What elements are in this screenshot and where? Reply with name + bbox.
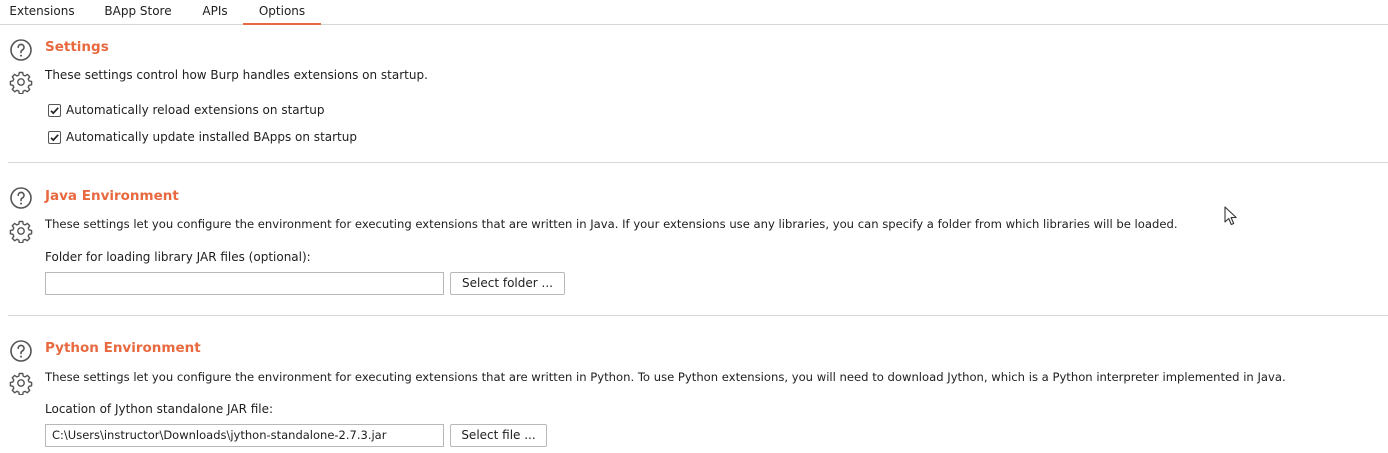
tab-bapp-store[interactable]: BApp Store (96, 0, 180, 24)
gear-icon[interactable] (9, 371, 33, 396)
reload-extensions-label: Automatically reload extensions on start… (66, 103, 325, 117)
gear-icon[interactable] (9, 219, 33, 244)
select-file-button[interactable]: Select file ... (450, 424, 547, 447)
section-divider (8, 315, 1388, 316)
question-circle-icon[interactable] (9, 339, 33, 363)
mouse-pointer-icon (1224, 206, 1238, 226)
tab-extensions[interactable]: Extensions (4, 0, 80, 24)
select-folder-button[interactable]: Select folder ... (450, 272, 565, 295)
java-folder-label: Folder for loading library JAR files (op… (45, 250, 311, 264)
update-bapps-option[interactable]: Automatically update installed BApps on … (48, 129, 357, 145)
section-divider (8, 162, 1388, 163)
java-folder-field[interactable] (45, 272, 444, 295)
tab-options[interactable]: Options (243, 0, 321, 25)
checkmark-icon (50, 106, 59, 114)
python-title: Python Environment (45, 340, 201, 356)
update-bapps-checkbox[interactable] (48, 130, 61, 144)
checkmark-icon (50, 133, 59, 141)
settings-description: These settings control how Burp handles … (45, 68, 428, 82)
python-description: These settings let you configure the env… (45, 370, 1286, 384)
tab-bar: Extensions BApp Store APIs Options (0, 0, 1388, 25)
jython-location-field[interactable]: C:\Users\instructor\Downloads\jython-sta… (45, 424, 444, 447)
settings-title: Settings (45, 39, 109, 55)
jython-location-label: Location of Jython standalone JAR file: (45, 402, 274, 416)
reload-extensions-checkbox[interactable] (48, 103, 61, 117)
gear-icon[interactable] (9, 70, 33, 95)
update-bapps-label: Automatically update installed BApps on … (66, 130, 357, 144)
reload-extensions-option[interactable]: Automatically reload extensions on start… (48, 102, 325, 118)
tab-apis[interactable]: APIs (195, 0, 235, 24)
question-circle-icon[interactable] (9, 186, 33, 210)
question-circle-icon[interactable] (9, 38, 33, 62)
java-description: These settings let you configure the env… (45, 217, 1178, 231)
java-title: Java Environment (45, 188, 179, 204)
